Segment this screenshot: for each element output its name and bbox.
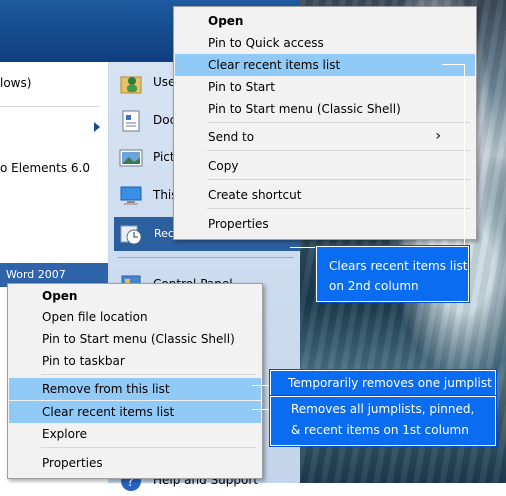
pictures-icon <box>119 149 143 167</box>
menu-item-open[interactable]: Open <box>175 10 475 32</box>
callout-text: Clears recent items list <box>329 259 468 273</box>
menu-separator <box>207 122 470 123</box>
menu-item-properties[interactable]: Properties <box>9 452 261 474</box>
documents-icon <box>122 110 140 132</box>
callout-text: on 2nd column <box>329 279 419 293</box>
menu-item-clear-recent-items[interactable]: Clear recent items list <box>175 54 475 76</box>
callout-clear-recent-2nd-column: Clears recent items list on 2nd column <box>315 245 470 303</box>
computer-icon <box>120 186 142 205</box>
jumplist-context-menu: Open Open file location Pin to Start men… <box>7 283 263 479</box>
menu-separator <box>207 150 470 151</box>
menu-separator <box>41 374 256 375</box>
menu-item-pin-quick-access[interactable]: Pin to Quick access <box>175 32 475 54</box>
left-item-word-label: Word 2007 <box>6 268 66 281</box>
callout-text: & recent items on 1st column <box>291 423 469 437</box>
recent-items-context-menu: Open Pin to Quick access Clear recent it… <box>173 6 477 240</box>
callout-text: Temporarily removes one jumplist <box>288 376 492 390</box>
recent-items-icon <box>120 225 142 245</box>
chevron-right-icon: › <box>435 128 441 144</box>
right-column-divider <box>118 257 294 258</box>
menu-item-send-to[interactable]: Send to › <box>175 126 475 148</box>
right-item-documents[interactable]: Doc <box>115 106 176 136</box>
menu-item-open-file-location[interactable]: Open file location <box>9 306 261 328</box>
right-item-this-pc[interactable]: This <box>115 181 178 211</box>
right-item-pictures-label: Pict <box>153 150 175 164</box>
right-item-pictures[interactable]: Pict <box>115 143 175 173</box>
menu-item-create-shortcut[interactable]: Create shortcut <box>175 184 475 206</box>
callout-remove-one-jumplist: Temporarily removes one jumplist <box>269 369 497 397</box>
menu-item-copy[interactable]: Copy <box>175 155 475 177</box>
menu-item-pin-classic-shell[interactable]: Pin to Start menu (Classic Shell) <box>9 328 261 350</box>
left-item-1[interactable]: lows) <box>0 76 31 90</box>
connector-line <box>252 409 270 410</box>
connector-line <box>252 385 270 386</box>
menu-item-explore[interactable]: Explore <box>9 423 261 445</box>
menu-item-clear-recent-items[interactable]: Clear recent items list <box>9 401 261 423</box>
left-column-divider <box>0 106 100 107</box>
connector-line <box>464 64 465 246</box>
callout-text: Removes all jumplists, pinned, <box>291 402 475 416</box>
menu-separator <box>207 208 470 209</box>
menu-item-open[interactable]: Open <box>9 285 261 307</box>
right-item-user[interactable]: Use <box>115 68 175 98</box>
menu-item-properties[interactable]: Properties <box>175 213 475 235</box>
menu-separator <box>207 179 470 180</box>
left-item-elements[interactable]: o Elements 6.0 <box>0 161 90 175</box>
menu-item-pin-to-taskbar[interactable]: Pin to taskbar <box>9 350 261 372</box>
submenu-arrow-icon[interactable] <box>94 122 100 132</box>
menu-item-pin-classic-shell[interactable]: Pin to Start menu (Classic Shell) <box>175 98 475 120</box>
connector-line <box>442 64 464 65</box>
menu-separator <box>41 447 256 448</box>
callout-clear-1st-column: Removes all jumplists, pinned, & recent … <box>269 395 497 447</box>
menu-item-pin-to-start[interactable]: Pin to Start <box>175 76 475 98</box>
menu-item-remove-from-list[interactable]: Remove from this list <box>9 378 261 400</box>
user-folder-icon <box>120 76 142 94</box>
